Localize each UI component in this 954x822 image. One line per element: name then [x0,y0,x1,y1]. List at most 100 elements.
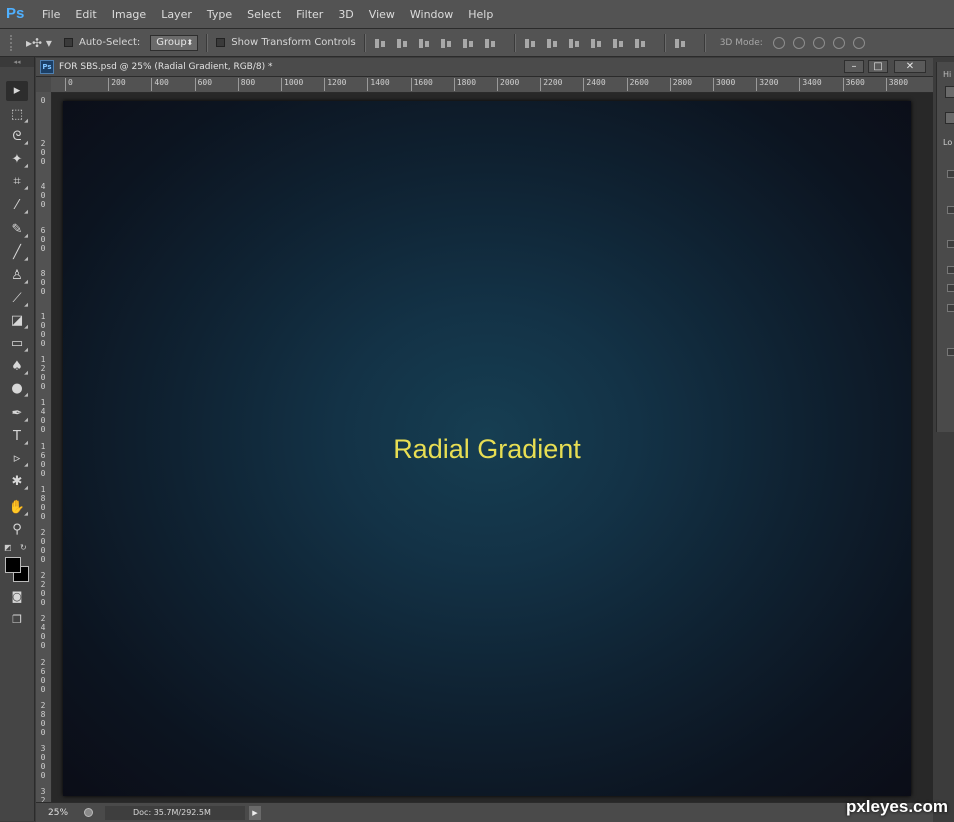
distribute-vcenter-icon[interactable] [546,37,558,49]
brush-tool[interactable]: ╱ ◢ [6,243,28,263]
align-hcenter-icon[interactable] [462,37,474,49]
minimize-button[interactable]: – [844,60,864,73]
zoom-field[interactable]: 25% [48,808,80,818]
distribute-left-icon[interactable] [590,37,602,49]
menu-select[interactable]: Select [247,8,281,21]
flyout-icon: ◢ [24,485,28,491]
marquee-tool[interactable]: ⬚ ◢ [6,105,28,125]
flyout-icon: ◢ [24,324,28,330]
distribute-top-icon[interactable] [524,37,536,49]
auto-select-dropdown[interactable]: Group ⬍ [150,34,199,51]
blur-tool[interactable]: ♠ ◢ [6,357,28,377]
document-tab[interactable]: Ps FOR SBS.psd @ 25% (Radial Gradient, R… [36,58,933,77]
healing-brush-tool[interactable]: ✎ ◢ [6,220,28,240]
ruler-origin[interactable] [36,77,52,93]
distribute-hcenter-icon[interactable] [612,37,624,49]
auto-align-icon[interactable] [674,37,686,49]
canvas-area: Radial Gradient [52,93,933,802]
dodge-tool[interactable]: ● ◢ [6,379,28,399]
history-brush-tool[interactable]: ⟋ ◢ [6,289,28,309]
auto-select-value: Group [156,36,187,48]
zoom-tool[interactable]: ⚲ [6,520,28,540]
align-bottom-icon[interactable] [418,37,430,49]
options-grip[interactable] [10,34,16,51]
panel-row[interactable] [947,206,954,214]
status-menu-arrow[interactable]: ▶ [249,805,261,820]
photoshop-logo: Ps [6,5,25,22]
menu-layer[interactable]: Layer [161,8,192,21]
ruler-tick-label: 1600 [410,78,433,91]
menu-type[interactable]: Type [207,8,232,21]
transform-controls-checkbox[interactable] [216,38,226,47]
3d-pan-icon[interactable] [812,36,825,49]
panel-row[interactable] [947,284,954,292]
status-info-icon[interactable] [84,808,93,817]
clone-stamp-tool[interactable]: ♙ ◢ [6,266,28,286]
ruler-tick-label: 2000 [40,528,46,564]
lasso-icon: ᘓ [12,129,22,144]
ruler-tick-label: 3000 [40,744,46,780]
menu-image[interactable]: Image [112,8,146,21]
menu-help[interactable]: Help [468,8,493,21]
screen-mode-button[interactable]: ❐ [6,610,28,630]
menu-filter[interactable]: Filter [296,8,323,21]
panel-row[interactable] [947,240,954,248]
vertical-ruler[interactable]: 0 200 400 600 800 1000 1200 1400 1600 1800 2000 220… [36,92,52,802]
hand-tool[interactable]: ✋ ◢ [6,498,28,518]
panel-mode-button[interactable] [945,112,954,124]
align-right-icon[interactable] [484,37,496,49]
type-tool[interactable]: T ◢ [6,427,28,447]
eraser-tool[interactable]: ◪ ◢ [6,311,28,331]
menu-view[interactable]: View [369,8,395,21]
quick-mask-button[interactable]: ◙ [6,587,28,607]
path-selection-tool[interactable]: ▹ ◢ [6,449,28,469]
swap-colors-icon[interactable]: ↻ [20,543,27,552]
panel-row[interactable] [947,170,954,178]
default-colors-icon[interactable]: ◩ [4,543,12,552]
distribute-right-icon[interactable] [634,37,646,49]
3d-scale-icon[interactable] [852,36,865,49]
divider [513,33,516,52]
foreground-color-swatch[interactable] [5,557,21,573]
panel-row[interactable] [947,348,954,356]
eyedropper-tool[interactable]: ⁄ ◢ [6,196,28,216]
ruler-tick-label: 1800 [453,78,476,91]
lasso-tool[interactable]: ᘓ ◢ [6,127,28,147]
pen-tool[interactable]: ✒ ◢ [6,404,28,424]
canvas[interactable]: Radial Gradient [63,101,911,796]
distribute-bottom-icon[interactable] [568,37,580,49]
3d-rotate-icon[interactable] [772,36,785,49]
panel-title[interactable]: Hi [937,70,954,79]
flyout-icon: ◢ [24,185,28,191]
auto-select-checkbox[interactable] [64,38,73,47]
ruler-tick-label: 2200 [540,78,562,91]
flyout-icon: ◢ [24,163,28,169]
3d-roll-icon[interactable] [792,36,805,49]
panel-row[interactable] [947,304,954,312]
maximize-button[interactable]: □ [868,60,888,73]
3d-slide-icon[interactable] [832,36,845,49]
align-top-icon[interactable] [374,37,386,49]
align-vcenter-icon[interactable] [396,37,408,49]
path-selection-icon: ▹ [13,451,21,466]
magic-wand-tool[interactable]: ✦ ◢ [6,150,28,170]
panel-search-icon[interactable] [945,86,954,98]
horizontal-ruler[interactable]: 0 200 400 600 800 1000 1200 1400 1600 1800 2000 220… [51,77,933,93]
menu-file[interactable]: File [42,8,60,21]
tools-panel-header[interactable]: ◂◂ [0,57,34,67]
dodge-icon: ● [11,381,23,396]
flyout-icon: ◢ [24,209,28,215]
crop-tool[interactable]: ⌗ ◢ [6,172,28,192]
align-left-icon[interactable] [440,37,452,49]
custom-shape-tool[interactable]: ✱ ◢ [6,472,28,492]
menu-window[interactable]: Window [410,8,453,21]
menu-3d[interactable]: 3D [338,8,353,21]
move-tool-preset-icon[interactable]: ▸✣ ▾ [26,36,56,50]
flyout-icon: ◢ [24,233,28,239]
panel-row[interactable] [947,266,954,274]
canvas-text-layer[interactable]: Radial Gradient [63,434,911,465]
menu-edit[interactable]: Edit [75,8,96,21]
gradient-tool[interactable]: ▭ ◢ [6,334,28,354]
move-tool[interactable]: ▸ [6,81,28,101]
close-button[interactable]: ✕ [894,60,926,73]
